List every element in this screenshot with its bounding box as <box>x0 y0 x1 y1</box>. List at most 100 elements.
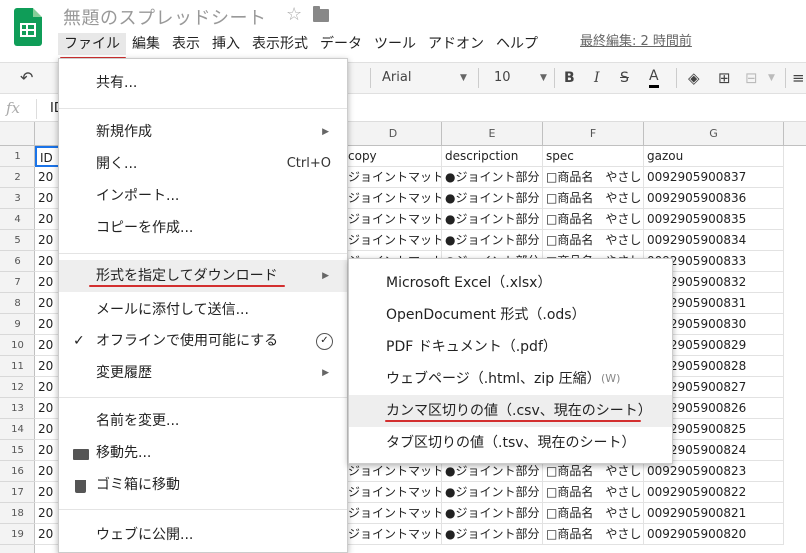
menu-view[interactable]: 表示 <box>166 33 206 55</box>
cell-d[interactable]: ジョイントマット <box>345 167 442 188</box>
cell-e[interactable]: ●ジョイント部分 <box>442 482 543 503</box>
row-number[interactable]: 17 <box>0 482 35 503</box>
cell-f[interactable]: □商品名 やさし <box>543 461 644 482</box>
cell-g[interactable]: 0092905900820 <box>644 524 784 545</box>
row-number[interactable]: 16 <box>0 461 35 482</box>
row-number[interactable]: 2 <box>0 167 35 188</box>
menu-format[interactable]: 表示形式 <box>246 33 314 55</box>
font-size-select[interactable]: 10 ▼ <box>494 68 550 88</box>
row-number[interactable]: 13 <box>0 398 35 419</box>
row-number[interactable]: 12 <box>0 377 35 398</box>
menu-item-version-history[interactable]: 変更履歴 ▶ <box>59 357 347 389</box>
menu-item-offline[interactable]: ✓ オフラインで使用可能にする ✓ <box>59 325 347 357</box>
cell-f[interactable]: spec <box>543 146 644 167</box>
cell-d[interactable]: ジョイントマット <box>345 230 442 251</box>
row-number[interactable]: 10 <box>0 335 35 356</box>
menu-item-import[interactable]: インポート... <box>59 180 347 212</box>
row-number[interactable]: 8 <box>0 293 35 314</box>
strikethrough-button[interactable]: S <box>620 68 629 88</box>
menu-insert[interactable]: 挿入 <box>206 33 246 55</box>
cell-e[interactable]: ●ジョイント部分 <box>442 524 543 545</box>
fill-color-icon[interactable]: ◈ <box>688 68 700 88</box>
cell-g[interactable]: 0092905900834 <box>644 230 784 251</box>
download-ods[interactable]: OpenDocument 形式（.ods） <box>349 299 672 331</box>
menu-item-new[interactable]: 新規作成 ▶ <box>59 116 347 148</box>
menu-tools[interactable]: ツール <box>368 33 422 55</box>
menu-item-email[interactable]: メールに添付して送信... <box>59 294 347 326</box>
menu-item-share[interactable]: 共有... <box>59 67 347 99</box>
row-number[interactable]: 7 <box>0 272 35 293</box>
row-number[interactable]: 4 <box>0 209 35 230</box>
cell-f[interactable]: □商品名 やさし <box>543 503 644 524</box>
cell-e[interactable]: ●ジョイント部分 <box>442 503 543 524</box>
sheets-logo-icon[interactable] <box>14 8 42 46</box>
column-header-e[interactable]: E <box>442 122 543 146</box>
cell-d[interactable]: ジョイントマット <box>345 482 442 503</box>
menu-data[interactable]: データ <box>314 33 368 55</box>
cell-d[interactable]: copy <box>345 146 442 167</box>
download-xlsx[interactable]: Microsoft Excel（.xlsx） <box>349 267 672 299</box>
bold-button[interactable]: B <box>564 68 575 88</box>
menu-help[interactable]: ヘルプ <box>490 33 544 55</box>
font-select[interactable]: Arial ▼ <box>382 68 472 88</box>
menu-item-rename[interactable]: 名前を変更... <box>59 405 347 437</box>
menu-item-make-copy[interactable]: コピーを作成... <box>59 212 347 244</box>
star-icon[interactable]: ☆ <box>286 4 302 25</box>
text-color-button[interactable]: A <box>649 68 659 88</box>
cell-e[interactable]: ●ジョイント部分 <box>442 230 543 251</box>
cell-d[interactable]: ジョイントマット <box>345 503 442 524</box>
row-number[interactable]: 11 <box>0 356 35 377</box>
row-number[interactable]: 1 <box>0 146 35 167</box>
cell-e[interactable]: ●ジョイント部分 <box>442 167 543 188</box>
cell-d[interactable]: ジョイントマット <box>345 524 442 545</box>
row-number[interactable]: 19 <box>0 524 35 545</box>
menu-item-move[interactable]: 移動先... <box>59 437 347 469</box>
cell-g[interactable]: 0092905900821 <box>644 503 784 524</box>
menu-file[interactable]: ファイル <box>58 33 126 55</box>
row-number[interactable]: 18 <box>0 503 35 524</box>
cell-e[interactable]: ●ジョイント部分 <box>442 461 543 482</box>
merge-cells-icon[interactable]: ⊟ <box>745 68 758 88</box>
cell-e[interactable]: ●ジョイント部分 <box>442 209 543 230</box>
cell-e[interactable]: descripction <box>442 146 543 167</box>
align-icon[interactable]: ≡ <box>792 68 805 88</box>
column-header-f[interactable]: F <box>543 122 644 146</box>
cell-f[interactable]: □商品名 やさし <box>543 167 644 188</box>
cell-f[interactable]: □商品名 やさし <box>543 524 644 545</box>
borders-icon[interactable]: ⊞ <box>718 68 731 88</box>
menu-edit[interactable]: 編集 <box>126 33 166 55</box>
document-title[interactable]: 無題のスプレッドシート <box>63 4 267 30</box>
cell-g[interactable]: 0092905900837 <box>644 167 784 188</box>
cell-d[interactable]: ジョイントマット <box>345 209 442 230</box>
cell-f[interactable]: □商品名 やさし <box>543 209 644 230</box>
download-pdf[interactable]: PDF ドキュメント（.pdf） <box>349 331 672 363</box>
row-number[interactable]: 3 <box>0 188 35 209</box>
cell-g[interactable]: 0092905900823 <box>644 461 784 482</box>
menu-item-open[interactable]: 開く... Ctrl+O <box>59 148 347 180</box>
download-csv[interactable]: カンマ区切りの値（.csv、現在のシート） <box>349 395 672 427</box>
cell-d[interactable]: ジョイントマット <box>345 188 442 209</box>
cell-g[interactable]: 0092905900822 <box>644 482 784 503</box>
row-number[interactable]: 5 <box>0 230 35 251</box>
cell-g[interactable]: 0092905900835 <box>644 209 784 230</box>
cell-e[interactable]: ●ジョイント部分 <box>442 188 543 209</box>
row-number[interactable]: 9 <box>0 314 35 335</box>
cell-g[interactable]: 0092905900836 <box>644 188 784 209</box>
download-html[interactable]: ウェブページ（.html、zip 圧縮） (W) <box>349 363 672 395</box>
menu-item-publish[interactable]: ウェブに公開... <box>59 519 347 551</box>
row-number[interactable]: 15 <box>0 440 35 461</box>
menu-item-download[interactable]: 形式を指定してダウンロード ▶ <box>59 260 347 292</box>
menu-addons[interactable]: アドオン <box>422 33 490 55</box>
italic-button[interactable]: I <box>594 68 600 88</box>
cell-f[interactable]: □商品名 やさし <box>543 482 644 503</box>
cell-f[interactable]: □商品名 やさし <box>543 230 644 251</box>
column-header-g[interactable]: G <box>644 122 784 146</box>
select-all-corner[interactable] <box>0 122 35 146</box>
cell-g[interactable]: gazou <box>644 146 784 167</box>
cell-f[interactable]: □商品名 やさし <box>543 188 644 209</box>
folder-icon[interactable] <box>313 6 329 22</box>
row-number[interactable]: 6 <box>0 251 35 272</box>
undo-icon[interactable]: ↶ <box>20 68 33 88</box>
cell-d[interactable]: ジョイントマット <box>345 461 442 482</box>
last-edit-link[interactable]: 最終編集: 2 時間前 <box>580 33 692 51</box>
